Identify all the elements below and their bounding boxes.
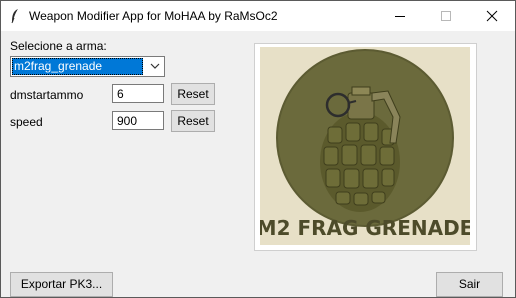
speed-reset-button[interactable]: Reset xyxy=(171,110,215,132)
speed-input[interactable]: 900 xyxy=(112,111,164,130)
weapon-select-value[interactable]: m2frag_grenade xyxy=(12,58,143,75)
dmstartammo-input[interactable]: 6 xyxy=(112,84,164,103)
minimize-icon xyxy=(395,16,405,17)
minimize-button[interactable] xyxy=(377,1,423,31)
weapon-preview-frame: M2 FRAG GRENADE xyxy=(254,43,477,251)
dmstartammo-label: dmstartammo xyxy=(10,88,84,102)
close-button[interactable] xyxy=(469,1,515,31)
exit-button[interactable]: Sair xyxy=(436,272,503,297)
weapon-preview-caption: M2 FRAG GRENADE xyxy=(260,216,470,240)
dmstartammo-reset-button[interactable]: Reset xyxy=(171,83,215,105)
weapon-preview-image: M2 FRAG GRENADE xyxy=(257,47,473,245)
weapon-select-combobox[interactable]: m2frag_grenade xyxy=(10,56,165,77)
maximize-icon xyxy=(441,11,451,21)
speed-label: speed xyxy=(10,115,43,129)
weapon-select-label: Selecione a arma: xyxy=(10,39,107,53)
maximize-button[interactable] xyxy=(423,1,469,31)
window-title: Weapon Modifier App for MoHAA by RaMsOc2 xyxy=(29,9,278,23)
app-window: Weapon Modifier App for MoHAA by RaMsOc2… xyxy=(0,0,516,298)
grenade-image: M2 FRAG GRENADE xyxy=(257,49,473,240)
feather-icon xyxy=(10,8,20,27)
export-pk3-button[interactable]: Exportar PK3... xyxy=(10,272,113,297)
chevron-down-icon[interactable] xyxy=(150,62,160,70)
close-icon xyxy=(486,10,498,22)
title-bar: Weapon Modifier App for MoHAA by RaMsOc2 xyxy=(1,1,515,31)
